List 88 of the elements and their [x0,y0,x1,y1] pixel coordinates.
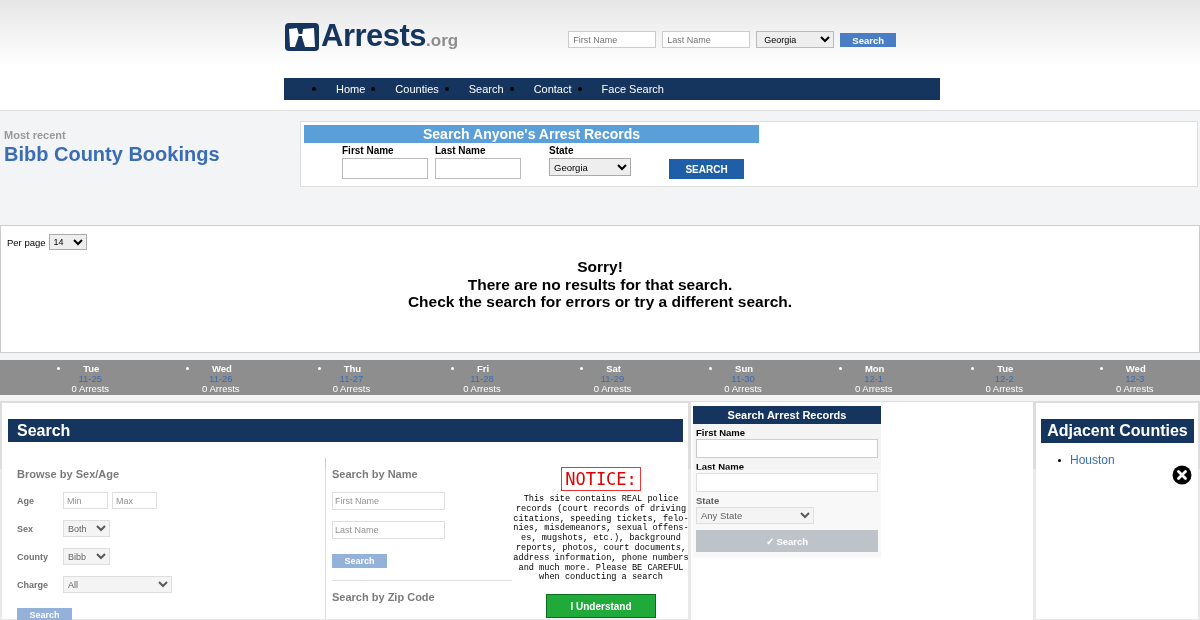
input-field[interactable] [696,473,878,492]
bullet-icon [1099,367,1103,370]
field-label: First Name [342,145,395,156]
section-title: Adjacent Counties [1041,419,1194,443]
arrest-count: 0 Arrests [854,384,893,394]
nav-link[interactable]: Home [336,83,366,95]
nav-link[interactable]: Face Search [601,83,664,95]
subsection-title: Browse by Sex/Age [17,468,121,480]
weekday-label: Fri [476,363,490,374]
bullet-icon [57,367,61,370]
bullet-icon [450,367,454,370]
input-field[interactable]: Last Name [332,521,445,539]
weekday-label: Thu [343,363,362,374]
bullet-icon [312,87,316,91]
field-label: State [696,495,721,506]
weekday-label: Wed [211,363,232,374]
input-field[interactable]: First Name [332,492,445,510]
bullet-icon [509,87,514,91]
bullet-icon [371,87,376,91]
nav-link[interactable]: Search [468,83,504,95]
name-field[interactable]: Last Name [662,31,751,48]
weekday-label: Tue [83,363,100,374]
field-label: Sex [17,523,34,534]
input-field[interactable]: Max [112,492,157,509]
bullet-icon [317,367,321,370]
state-select[interactable]: Any State [696,507,814,524]
arrest-count: 0 Arrests [593,384,632,394]
per-page-select[interactable]: 14 [48,234,87,250]
dropdown[interactable]: Bibb [63,548,110,565]
name-field[interactable]: First Name [568,31,657,48]
arrest-count: 0 Arrests [724,384,762,394]
input-field[interactable] [342,158,428,179]
arrest-count: 0 Arrests [332,384,371,394]
per-page-label: Per page [7,236,46,248]
panel-title: Search Anyone's Arrest Records [304,125,759,143]
arrest-count: 0 Arrests [1116,384,1154,394]
bullet-icon [971,367,975,370]
input-field[interactable] [696,439,878,458]
logo-icon[interactable] [285,23,319,51]
notice-text: This site contains REAL police records (court records of driving citations, speeding tickets, felo- nies, misdemeanors, sexual offens- es, mugshots, etc.), background reports, photos, court documents, address information, phone numbers and much more. Please BE CAREFUL when conducting a search [513,495,689,584]
message-text: Check the search for errors or try a different search. [406,293,794,311]
logo-suffix[interactable]: .org [426,31,459,51]
input-field[interactable] [435,158,521,179]
field-label: State [549,145,575,156]
bullet-icon [185,367,189,370]
field-label: Age [17,495,35,506]
arrest-count: 0 Arrests [985,384,1023,394]
close-icon[interactable] [1172,465,1192,485]
search-button[interactable]: SEARCH [669,159,744,179]
subsection-title: Search by Name [332,468,419,480]
field-label: County [17,551,49,562]
form-title: Search Arrest Records [693,406,881,424]
input-field[interactable]: Min [63,492,108,509]
nav-link[interactable]: Contact [533,83,572,95]
notice-title: NOTICE: [561,467,641,491]
weekday-label: Sat [606,363,621,374]
bullet-icon [444,87,449,91]
page-title: Bibb County Bookings [4,143,221,166]
message-text: There are no results for that search. [466,275,734,293]
arrest-count: 0 Arrests [202,384,240,394]
message-text: Sorry! [576,258,624,276]
bullet-icon [709,367,713,370]
weekday-label: Wed [1125,363,1146,374]
county-link[interactable]: Houston [1070,453,1115,467]
bullet-icon [1058,458,1061,462]
field-label: Last Name [435,145,487,156]
arrest-count: 0 Arrests [71,384,110,394]
bullet-icon [838,367,842,370]
logo-text[interactable]: Arrests [321,21,427,51]
dropdown[interactable]: All [63,576,172,593]
field-label: First Name [696,427,747,438]
nav-link[interactable]: Counties [395,83,439,95]
search-button[interactable]: Search [840,33,897,47]
understand-button[interactable]: I Understand [546,594,656,619]
field-label: Charge [17,579,49,590]
arrest-count: 0 Arrests [463,384,501,394]
weekday-label: Sun [735,363,754,374]
weekday-label: Tue [997,363,1014,374]
subsection-title: Search by Zip Code [332,591,436,603]
bullet-icon [580,367,584,370]
field-label: Last Name [696,461,746,472]
weekday-label: Mon [864,363,885,374]
state-select[interactable]: Georgia [756,31,835,48]
heading-kicker: Most recent [4,129,67,141]
dropdown[interactable]: Both [63,520,110,537]
section-title: Search [8,419,683,442]
bullet-icon [577,87,582,91]
state-select[interactable]: Georgia [549,158,631,176]
